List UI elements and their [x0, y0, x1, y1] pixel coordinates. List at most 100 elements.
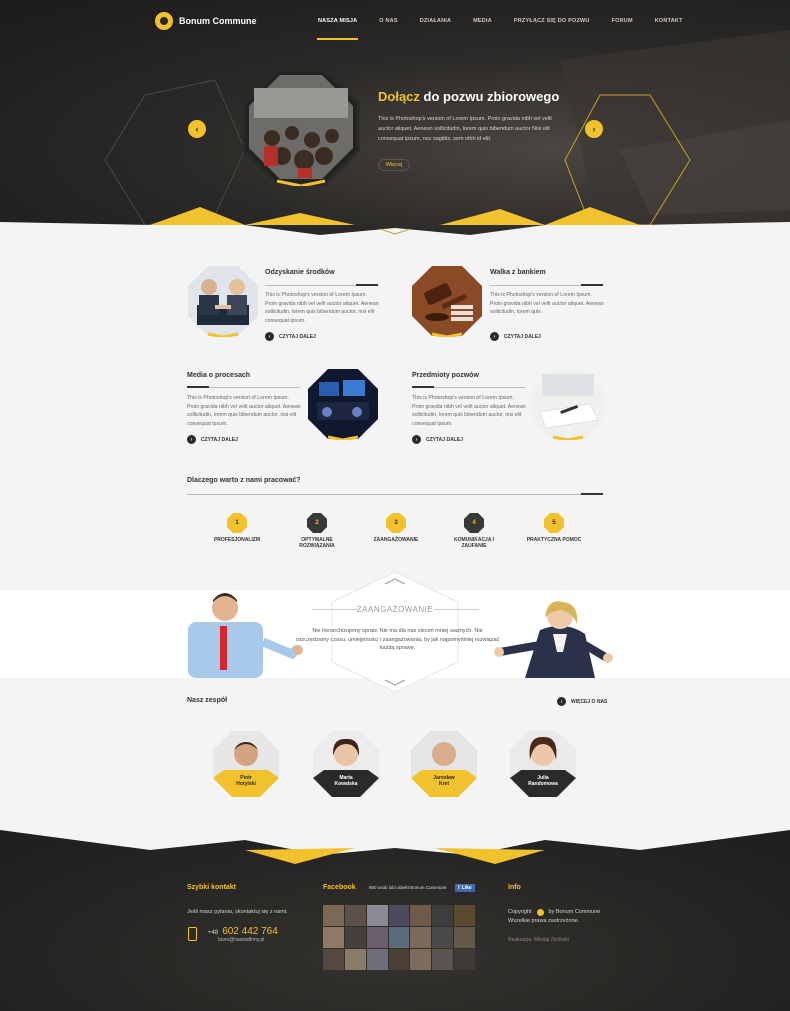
- slider-next-button[interactable]: ›: [585, 120, 603, 138]
- footer-info-title: Info: [508, 884, 521, 891]
- read-more-link-odzyskanie[interactable]: › CZYTAJ DALEJ: [265, 332, 316, 341]
- chevron-right-icon: ›: [592, 124, 596, 134]
- fan-avatar[interactable]: [454, 905, 475, 926]
- member-last-name: Hotylski: [236, 781, 256, 787]
- service-divider: [187, 386, 300, 388]
- footer-contact-text: Jeśli masz pytania, skontaktuj się z nam…: [187, 909, 288, 915]
- fan-avatar[interactable]: [410, 927, 432, 948]
- phone-prefix: +48: [208, 930, 219, 936]
- why-item-1: 1 PROFESJONALIZM: [197, 513, 277, 543]
- chevron-right-icon: ›: [265, 332, 274, 341]
- read-more-label: CZYTAJ DALEJ: [426, 436, 463, 443]
- team-member-photo-jaroslaw: [411, 731, 477, 797]
- footer-facebook-title: Facebook: [323, 884, 356, 891]
- hero-title: Dołącz do pozwu zbiorowego: [378, 89, 559, 104]
- fan-avatar[interactable]: [323, 905, 344, 926]
- fan-avatar[interactable]: [344, 927, 366, 948]
- fan-avatar[interactable]: [388, 949, 410, 970]
- read-more-label: CZYTAJ DALEJ: [279, 333, 316, 340]
- chevron-right-icon: ›: [490, 332, 499, 341]
- fan-avatar[interactable]: [432, 905, 454, 926]
- read-more-label: CZYTAJ DALEJ: [504, 333, 541, 340]
- service-text-walka: This is Photoshop's version of Lorem Ips…: [490, 292, 604, 315]
- why-title: Dlaczego warto z nami pracować?: [187, 477, 301, 484]
- phone-icon: [188, 927, 197, 941]
- footer-email[interactable]: biuro@nazwafirmy.pl: [218, 937, 264, 943]
- fan-avatar[interactable]: [410, 949, 432, 970]
- why-item-4: 4 KOMUNIKACJA I ZAUFANIE: [434, 513, 514, 549]
- why-item-2: 2 OPTYMALNE ROZWIĄZANIA: [277, 513, 357, 549]
- why-item-3: 3 ZAANGAŻOWANIE: [356, 513, 436, 543]
- number-badge: 1: [227, 513, 247, 533]
- copyright-logo-icon: [536, 908, 544, 916]
- hero-more-button[interactable]: Więcej: [378, 159, 410, 171]
- fan-avatar[interactable]: [454, 949, 475, 970]
- fan-avatar[interactable]: [388, 905, 410, 926]
- read-more-label: CZYTAJ DALEJ: [201, 436, 238, 443]
- fan-avatar[interactable]: [323, 927, 344, 948]
- number-badge-text: 4: [472, 520, 476, 526]
- footer-top-edge: [0, 820, 790, 864]
- nav-item-nasza-misja[interactable]: NASZA MISJA: [316, 18, 359, 40]
- why-item-label: ZAANGAŻOWANIE: [373, 537, 419, 543]
- nav-item-o-nas[interactable]: O NAS: [379, 18, 397, 24]
- nav-item-forum[interactable]: FORUM: [612, 18, 633, 24]
- team-title: Nasz zespół: [187, 697, 228, 704]
- fan-avatar[interactable]: [388, 927, 410, 948]
- slider-prev-button[interactable]: ‹: [188, 120, 206, 138]
- fan-avatar[interactable]: [454, 927, 475, 948]
- team-member-photo-marta: [313, 731, 379, 797]
- facebook-icon: f: [458, 885, 460, 891]
- service-divider: [490, 284, 603, 286]
- service-image-handshake: [188, 266, 258, 337]
- team-member-photo-piotr: [213, 731, 279, 797]
- facebook-fans-grid: [323, 905, 475, 970]
- fan-avatar[interactable]: [323, 949, 344, 970]
- service-text-przedmioty: This is Photoshop's version of Lorem Ips…: [412, 395, 526, 427]
- fan-avatar[interactable]: [366, 905, 388, 926]
- service-title-walka: Walka z bankiem: [490, 269, 546, 276]
- chevron-left-icon: ‹: [195, 124, 199, 134]
- service-title-media: Media o procesach: [187, 372, 251, 379]
- nav-item-przylacz-sie[interactable]: PRZYŁĄCZ SIĘ DO POZWU: [514, 18, 590, 24]
- fan-avatar[interactable]: [366, 949, 388, 970]
- logo-text: Bonum Commune: [179, 16, 257, 26]
- nav-item-kontakt[interactable]: KONTAKT: [655, 18, 683, 24]
- team-member-photo-julia: [510, 731, 576, 797]
- footer-phone[interactable]: +48 602 442 764: [208, 926, 278, 937]
- fan-avatar[interactable]: [432, 949, 454, 970]
- hero-text: This is Photoshop's version of Lorem Ips…: [378, 116, 552, 142]
- service-text-media: This is Photoshop's version of Lorem Ips…: [187, 395, 301, 427]
- number-badge: 3: [386, 513, 406, 533]
- footer-credit[interactable]: Realizacja: Mikołaj Zieliński: [508, 937, 569, 943]
- team-more-link[interactable]: › WIĘCEJ O NAS: [557, 697, 607, 706]
- footer-copyright: Copyright by Bonum Commune: [508, 908, 600, 916]
- number-badge: 4: [464, 513, 484, 533]
- logo[interactable]: Bonum Commune: [155, 12, 257, 30]
- hero-title-accent: Dołącz: [378, 89, 420, 104]
- why-item-label: OPTYMALNE ROZWIĄZANIA: [299, 537, 335, 549]
- team-more-label: WIĘCEJ O NAS: [571, 698, 608, 705]
- fan-avatar[interactable]: [366, 927, 388, 948]
- fan-avatar[interactable]: [344, 949, 366, 970]
- fan-avatar[interactable]: [410, 905, 432, 926]
- team-member-name-julia: Julia Randomowa: [509, 775, 577, 787]
- member-last-name: Kret: [438, 781, 449, 787]
- read-more-link-media[interactable]: › CZYTAJ DALEJ: [187, 435, 238, 444]
- service-title-przedmioty: Przedmioty pozwów: [412, 372, 479, 379]
- service-divider: [265, 284, 378, 286]
- fan-avatar[interactable]: [344, 905, 366, 926]
- member-last-name: Kowalska: [334, 781, 358, 787]
- service-image-studio: [308, 369, 378, 440]
- service-title-odzyskanie: Odzyskanie środków: [265, 269, 335, 276]
- fan-avatar[interactable]: [432, 927, 454, 948]
- nav-item-dzialania[interactable]: DZIAŁANIA: [420, 18, 451, 24]
- chevron-right-icon: ›: [412, 435, 421, 444]
- facebook-like-button[interactable]: f Like: [455, 884, 475, 892]
- service-text-odzyskanie: This is Photoshop's version of Lorem Ips…: [265, 292, 379, 324]
- footer-rights: Wszelkie prawa zastrzeżone.: [508, 918, 580, 924]
- number-badge-text: 1: [235, 520, 239, 526]
- read-more-link-przedmioty[interactable]: › CZYTAJ DALEJ: [412, 435, 463, 444]
- nav-item-media[interactable]: MEDIA: [473, 18, 492, 24]
- read-more-link-walka[interactable]: › CZYTAJ DALEJ: [490, 332, 541, 341]
